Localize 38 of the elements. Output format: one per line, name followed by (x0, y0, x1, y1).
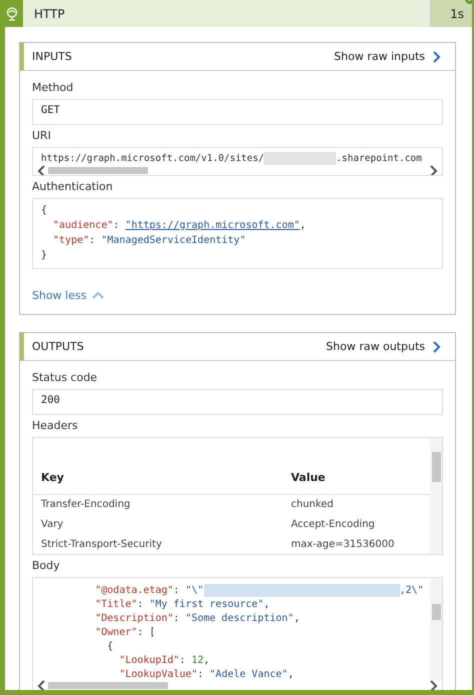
scroll-left-icon (37, 680, 46, 690)
field-label: Authentication (32, 180, 114, 193)
chevron-right-icon (432, 50, 441, 62)
show-raw-inputs-link[interactable]: Show raw inputs (334, 50, 441, 63)
card-title: OUTPUTS (32, 340, 85, 353)
show-less-link[interactable]: Show less (32, 289, 443, 302)
table-cell: Accept-Encoding (291, 518, 375, 530)
action-title: HTTP (33, 6, 66, 20)
field-label: Body (32, 559, 61, 572)
card-title: INPUTS (32, 50, 73, 63)
vertical-scrollbar[interactable] (430, 578, 442, 681)
action-header[interactable]: HTTP 1s (5, 0, 472, 27)
scroll-right-icon (429, 164, 438, 175)
table-cell: max-age=31536000 (291, 538, 394, 550)
table-cell: chunked (291, 498, 334, 510)
uri-field[interactable]: https://graph.microsoft.com/v1.0/sites/ .sharepoint.com (32, 147, 443, 176)
chevron-right-icon (432, 340, 441, 352)
duration-label: 1s (430, 0, 472, 27)
column-header: Value (291, 470, 326, 484)
table-cell-text: Vary (41, 518, 64, 530)
scrollbar-thumb[interactable] (48, 682, 168, 689)
status-code-field[interactable]: 200 (32, 389, 443, 415)
field-label: Status code (32, 371, 98, 384)
scroll-right-icon (429, 680, 438, 690)
field-label: Method (32, 81, 74, 94)
field-label: URI (32, 129, 52, 142)
chevron-up-icon (92, 291, 104, 300)
field-label: Headers (32, 419, 79, 432)
show-raw-outputs-link[interactable]: Show raw outputs (326, 340, 441, 353)
code-block: { "audience": "https://graph.microsoft.com", "type": "ManagedServiceIdentity" } (32, 198, 443, 269)
table-cell-text: Transfer-Encoding (41, 498, 132, 510)
method-field[interactable]: GET (32, 99, 443, 125)
scrollbar-thumb[interactable] (48, 167, 148, 174)
vertical-scrollbar[interactable] (430, 438, 442, 554)
table-cell-text: Strict-Transport-Security (41, 538, 163, 550)
body-code-block: "@odata.etag": "\" ,2\" "Title": "My first resource", "Description": "Some description", "Owner": [ { "LookupId": 12, "LookupValue": "Adele Vance", (32, 577, 443, 690)
scroll-left-icon (37, 164, 46, 175)
column-header: Key (41, 470, 65, 484)
